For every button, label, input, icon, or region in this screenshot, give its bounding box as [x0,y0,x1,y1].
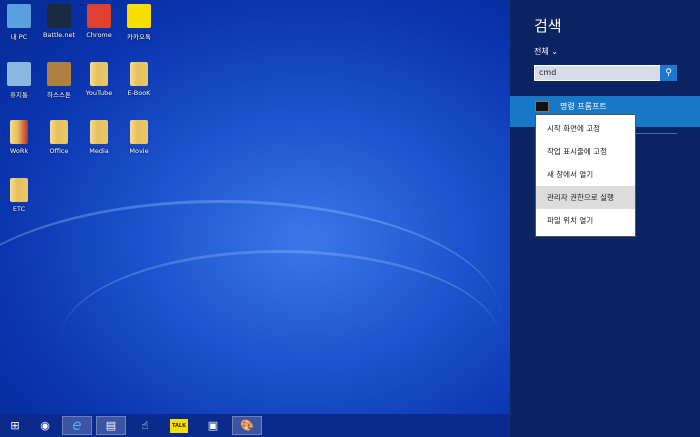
menu-item-run-as-admin[interactable]: 관리자 권한으로 실행 [536,186,635,209]
folder-icon [130,62,148,86]
desktop-icon-label: Media [89,147,109,155]
context-menu: 시작 화면에 고정 작업 표시줄에 고정 새 창에서 열기 관리자 권한으로 실… [535,114,636,237]
desktop-icon[interactable]: 내 PC [2,4,36,41]
menu-item-pin-start[interactable]: 시작 화면에 고정 [536,117,635,140]
chevron-down-icon: ⌄ [551,47,558,56]
folder-icon [90,120,108,144]
taskbar-button[interactable]: ▣ [198,416,228,435]
wallpaper-swoosh [60,250,500,430]
desktop-icon-label: E-BooK [127,89,151,97]
folder-icon [50,120,68,144]
desktop-icon-label: Battle.net [42,31,76,39]
desktop-icon-label: WoRk [9,147,29,155]
folder-icon [10,120,28,144]
menu-item-pin-taskbar[interactable]: 작업 표시줄에 고정 [536,140,635,163]
desktop-icon[interactable]: Battle.net [42,4,76,39]
desktop-icon-label: Chrome [86,31,112,39]
search-title: 검색 [534,17,562,35]
search-icon: ⚲ [665,68,672,78]
folder-icon [10,178,28,202]
desktop-icon[interactable]: Chrome [82,4,116,39]
desktop-icon[interactable]: YouTube [82,62,116,97]
menu-item-open-file-location[interactable]: 파일 위치 열기 [536,209,635,232]
internet-explorer-icon: e [72,416,82,434]
desktop-icon[interactable]: Office [42,120,76,155]
desktop-icon-label: 카카오톡 [127,33,151,41]
desktop-icon[interactable]: E-BooK [122,62,156,97]
desktop-icon[interactable]: WoRk [2,120,36,155]
taskbar-button[interactable]: 🎨 [232,416,262,435]
desktop: 내 PC Battle.net Chrome 카카오톡휴지통 하스스톤 YouTube E-… [0,0,510,437]
desktop-icon-label: 내 PC [10,33,28,41]
scope-label: 전체 [534,47,549,56]
battlenet-icon [47,4,71,28]
paint-icon: 🎨 [240,419,254,432]
desktop-icon[interactable]: Media [82,120,116,155]
desktop-icon-label: YouTube [85,89,113,97]
desktop-icon[interactable]: ETC [2,178,36,213]
search-button[interactable]: ⚲ [660,65,677,81]
hearthstone-icon [47,62,71,86]
menu-item-open-new-window[interactable]: 새 창에서 열기 [536,163,635,186]
recycle-bin-icon [7,62,31,86]
kakaotalk-icon [127,4,151,28]
search-input[interactable]: cmd [534,65,677,81]
kakaotalk-icon: TALK [170,418,188,433]
folder-icon [130,120,148,144]
taskbar: ⊞ ◉ e ▤ ☝ TALK ▣ 🎨 [0,414,510,437]
taskbar-button[interactable]: TALK [164,416,194,435]
taskbar-button[interactable]: e [62,416,92,435]
windows-start-icon: ⊞ [10,419,20,432]
desktop-icon[interactable]: 휴지통 [2,62,36,99]
desktop-icon-label: Office [49,147,69,155]
desktop-icon-label: Movie [129,147,149,155]
chrome-icon [87,4,111,28]
search-scope-dropdown[interactable]: 전체 ⌄ [534,46,558,57]
taskbar-button[interactable]: ⊞ [0,416,30,435]
desktop-icon-label: 하스스톤 [47,91,71,99]
desktop-icon[interactable]: Movie [122,120,156,155]
file-explorer-icon: ▤ [105,419,117,432]
desktop-icon-label: ETC [12,205,26,213]
taskbar-button[interactable]: ◉ [30,416,60,435]
media-player-icon: ◉ [40,419,50,432]
command-prompt-icon [535,101,549,112]
folder-icon [90,62,108,86]
desktop-icon[interactable]: 카카오톡 [122,4,156,41]
taskbar-button[interactable]: ▤ [96,416,126,435]
computer-icon [7,4,31,28]
taskbar-button[interactable]: ☝ [130,416,160,435]
result-label: 명령 프롬프트 [560,102,607,111]
remote-desktop-icon: ▣ [207,419,219,432]
desktop-icon-label: 휴지통 [10,91,28,99]
hand-cursor-icon: ☝ [141,419,149,432]
desktop-icon[interactable]: 하스스톤 [42,62,76,99]
